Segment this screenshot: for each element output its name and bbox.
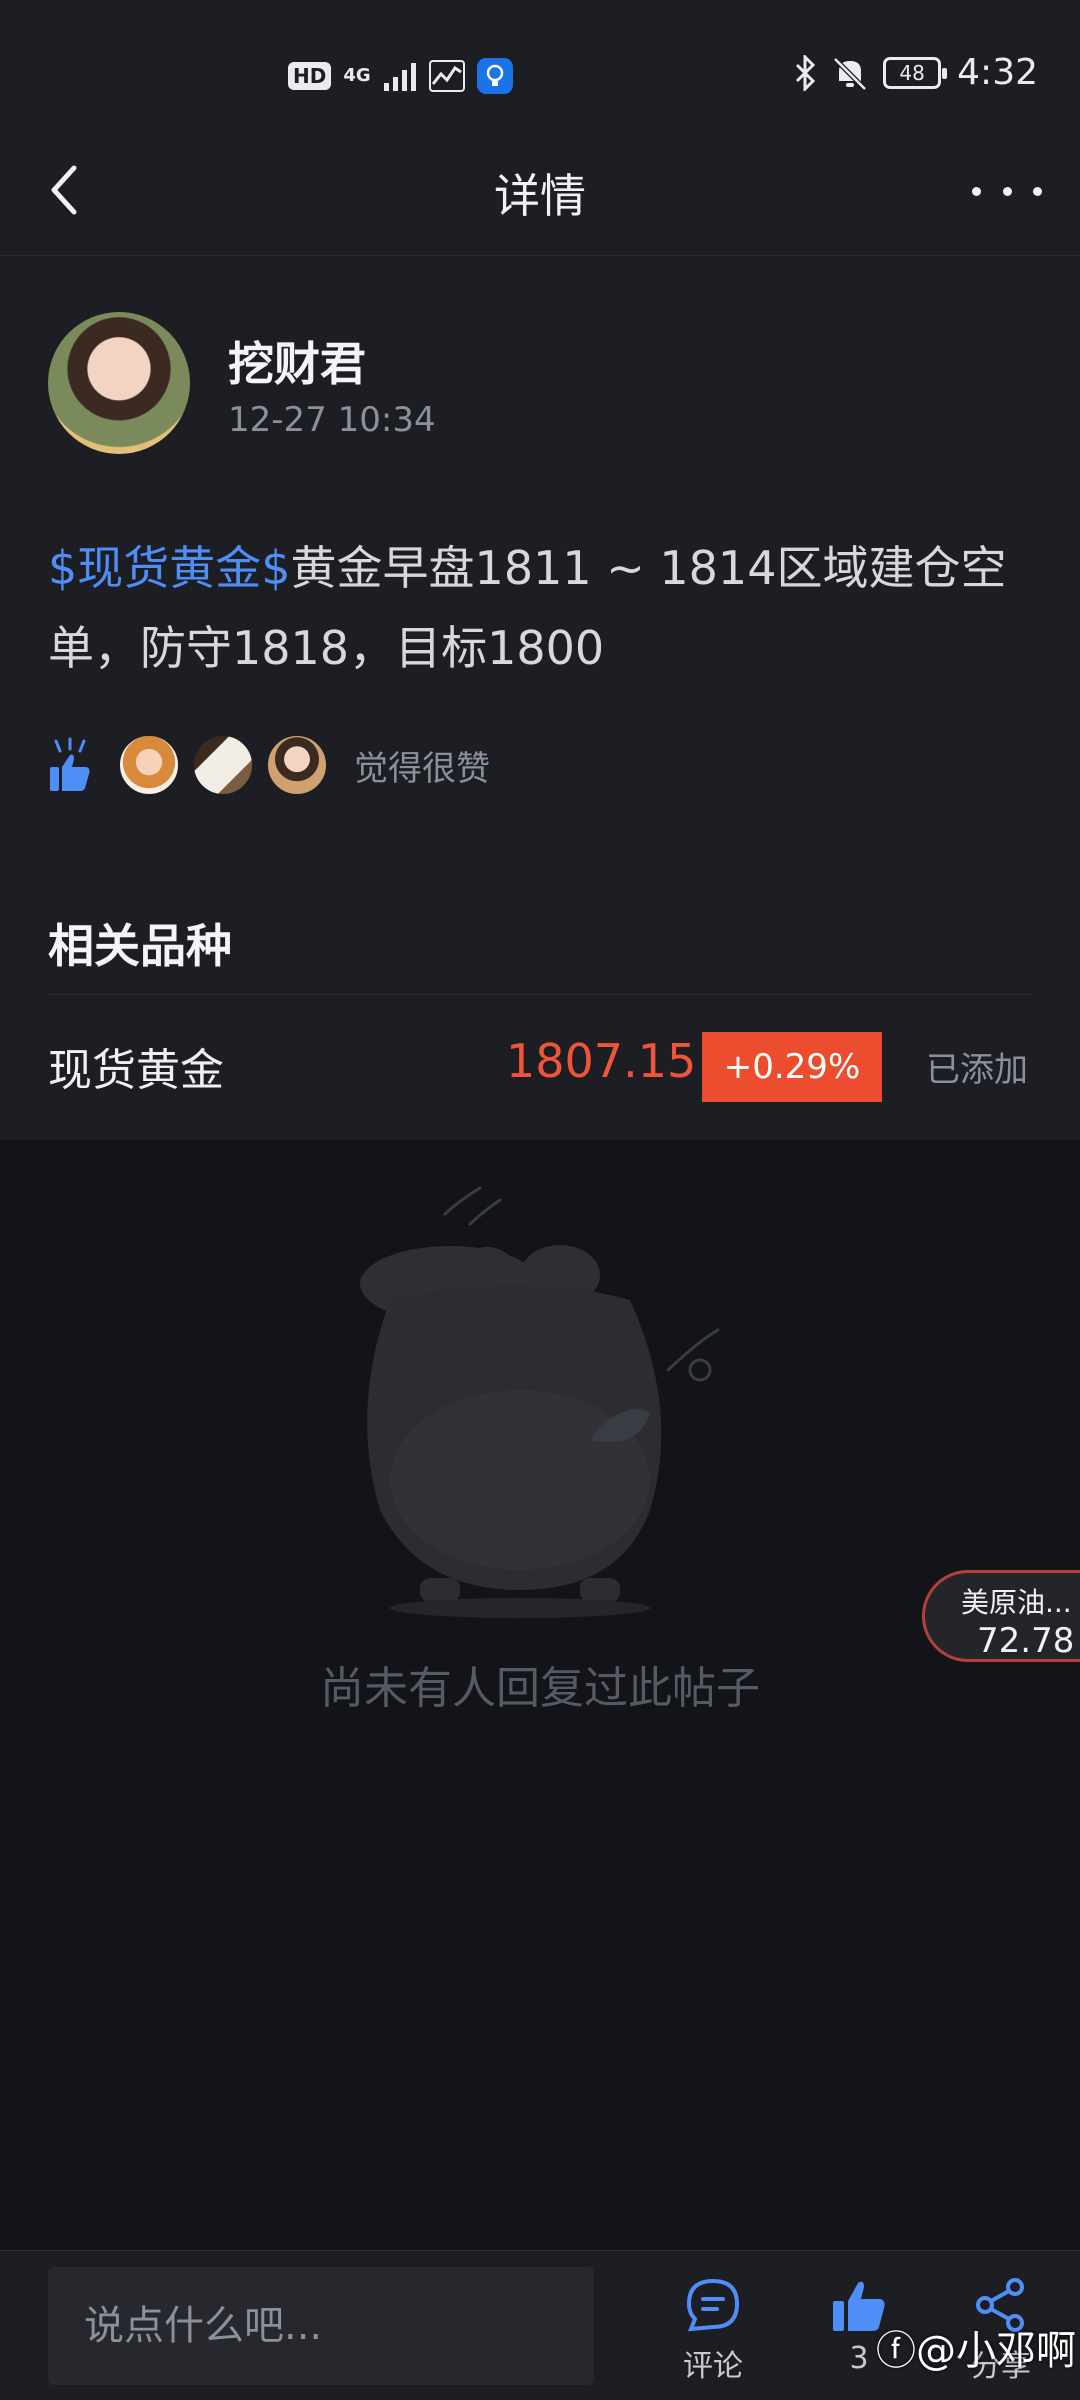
- floating-ticker[interactable]: 美原油... 72.78: [922, 1570, 1080, 1662]
- bulb-app-icon: [476, 58, 513, 94]
- comment-input[interactable]: 说点什么吧...: [48, 2267, 594, 2385]
- more-icon[interactable]: [972, 176, 1042, 206]
- status-left-icons: HD 4G: [288, 58, 513, 94]
- author-name[interactable]: 挖财君: [228, 328, 366, 394]
- post-body: $现货黄金$黄金早盘1811 ~ 1814区域建仓空单，防守1818，目标180…: [48, 528, 1038, 688]
- liker-avatar[interactable]: [192, 734, 254, 796]
- author-avatar[interactable]: [48, 312, 190, 454]
- instrument-name[interactable]: 现货黄金: [48, 1034, 224, 1098]
- liker-avatar[interactable]: [266, 734, 328, 796]
- hd-icon: HD: [288, 62, 332, 90]
- likes-row[interactable]: 觉得很赞: [48, 734, 490, 796]
- liker-avatar[interactable]: [118, 734, 180, 796]
- nav-bar: 详情: [0, 130, 1080, 256]
- instrument-price: 1807.15: [506, 1034, 697, 1088]
- post-card: 挖财君 12-27 10:34 $现货黄金$黄金早盘1811 ~ 1814区域建…: [0, 256, 1080, 1140]
- page-title: 详情: [494, 169, 586, 223]
- clock: 4:32: [957, 52, 1038, 93]
- comment-label: 评论: [683, 2349, 743, 2384]
- facebook-icon: ⓕ: [876, 2328, 916, 2374]
- watermark-text: @小邓啊: [916, 2328, 1076, 2374]
- empty-bag-illustration: [360, 1186, 720, 1618]
- likes-text: 觉得很赞: [354, 748, 490, 789]
- bluetooth-icon: [796, 54, 816, 91]
- added-button[interactable]: 已添加: [926, 1042, 1028, 1091]
- battery-icon: 48: [883, 56, 948, 89]
- signal-icon: [383, 63, 416, 91]
- status-right-icons: 48 4:32: [793, 52, 1038, 93]
- status-bar: HD 4G 48 4:32: [0, 0, 1080, 130]
- ticker-value: 72.78: [977, 1621, 1075, 1661]
- comment-button[interactable]: 评论: [658, 2277, 768, 2385]
- stock-app-icon: [428, 60, 465, 92]
- ticker-name: 美原油...: [961, 1586, 1072, 1619]
- mute-bell-icon: [833, 56, 867, 91]
- post-time: 12-27 10:34: [228, 400, 436, 440]
- change-badge: +0.29%: [702, 1032, 882, 1102]
- comment-icon: [686, 2278, 740, 2332]
- divider: [48, 994, 1032, 995]
- instrument-tag-link[interactable]: $现货黄金$: [48, 541, 291, 595]
- related-section-title: 相关品种: [48, 919, 232, 973]
- thumbs-up-sparkle-icon: [50, 737, 90, 791]
- watermark: ⓕ@小邓啊: [876, 2318, 1076, 2376]
- network-label: 4G: [343, 65, 371, 86]
- empty-state-text: 尚未有人回复过此帖子: [320, 1663, 760, 1714]
